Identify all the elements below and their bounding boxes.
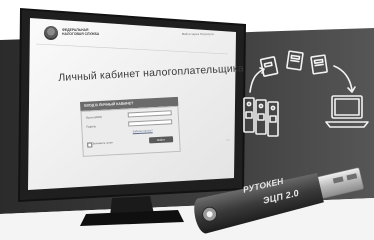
login-body: Логин (ИНН) Пароль Забыли пароль? Запомн… <box>80 105 181 157</box>
password-field[interactable] <box>128 119 173 127</box>
workflow-diagram <box>243 50 369 137</box>
forgot-password-link[interactable]: Забыли пароль? <box>133 129 153 133</box>
monitor-base <box>80 210 184 226</box>
document-icon <box>310 54 328 75</box>
binder-icon <box>243 97 279 137</box>
top-link[interactable]: Войти через Госуслуги <box>182 32 214 36</box>
login-form: ВХОД В ЛИЧНЫЙ КАБИНЕТ Логин (ИНН) Пароль… <box>80 96 181 160</box>
laptop-icon <box>325 95 369 128</box>
document-icon <box>259 56 279 77</box>
arrow-icon <box>249 69 263 93</box>
password-label: Пароль <box>86 124 97 129</box>
login-label: Логин (ИНН) <box>85 114 103 120</box>
login-button[interactable]: Войти <box>148 136 174 144</box>
document-icon <box>286 50 304 71</box>
arrow-icon <box>333 65 353 91</box>
site-logo <box>44 26 58 40</box>
login-field[interactable] <box>127 110 172 118</box>
remember-label: Запомнить логин <box>92 141 113 146</box>
service-name: ФЕДЕРАЛЬНАЯ НАЛОГОВАЯ СЛУЖБА <box>62 28 100 36</box>
